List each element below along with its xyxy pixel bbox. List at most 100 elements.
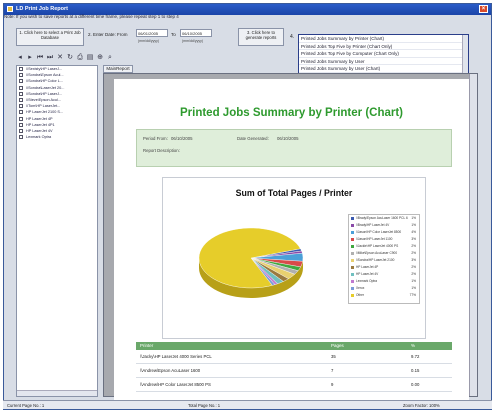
tab-mainreport[interactable]: MainReport — [103, 65, 133, 73]
viewer-scrollbar[interactable] — [469, 74, 477, 396]
legend-entry: Other 77% — [349, 292, 419, 299]
checkbox-icon[interactable] — [19, 91, 23, 96]
checkbox-icon[interactable] — [19, 97, 23, 102]
header-pages: Pages — [331, 343, 344, 348]
legend-label: HP LaserJet 4V — [356, 272, 379, 276]
export-icon[interactable]: ▤ — [86, 53, 94, 62]
chart-container: Sum of Total Pages / Printer \\Brady\Eps… — [162, 177, 426, 339]
legend-entry: \\Jason\HP LaserJet 1100 3% — [349, 236, 419, 243]
date-label: 2. Enter Date: From — [88, 32, 128, 37]
pie-chart — [198, 227, 304, 298]
table-cell: \\Andrew\HP Color LaserJet 8500 PS — [140, 382, 211, 387]
window-title: LD Print Job Report — [16, 6, 68, 12]
date-range-group: 2. Enter Date: From 06/01/2005 (mm/dd/yy… — [88, 28, 236, 46]
period-from-value: 06/10/2005 — [171, 136, 193, 141]
report-page: Printed Jobs Summary by Printer (Chart) … — [114, 79, 469, 409]
checkbox-icon[interactable] — [19, 128, 23, 133]
date-generated-value: 06/10/2005 — [277, 136, 299, 141]
dropdown-option[interactable]: Printed Jobs Summary by User (Chart) — [299, 65, 468, 73]
legend-label: \\Sondra\HP LaserJet 2100 — [356, 258, 395, 262]
dropdown-option[interactable]: Printed Jobs Top Five by Computer (Chart… — [299, 50, 468, 58]
legend-percent: 2% — [411, 272, 416, 276]
tree-item-label: \\Sondra\HP Color L... — [26, 79, 64, 84]
legend-entry: \\Jackie\HP LaserJet 4000 PS 2% — [349, 243, 419, 250]
table-row: \\Andrew\Epson AcuLaser 1600 7 0.15 — [136, 364, 452, 378]
legend-entry: \\Brady\HP LaserJet 4V 1% — [349, 222, 419, 229]
table-cell: \\Andrew\Epson AcuLaser 1600 — [140, 368, 201, 373]
step4-label: 4. — [290, 34, 295, 40]
legend-entry: \\Mike\Epson AcuLaser C900 2% — [349, 250, 419, 257]
table-body: \\Jacky\HP LaserJet 4000 Series PCL 35 9.7… — [136, 350, 452, 392]
status-bar: Current Page No.: 1 Total Page No.: 1 Zo… — [3, 400, 492, 409]
tree-item[interactable]: Lexmark Optra — [17, 134, 97, 140]
app-icon — [7, 6, 13, 12]
current-page-status: Current Page No.: 1 — [7, 403, 45, 408]
header-percent: % — [411, 343, 416, 348]
refresh-icon[interactable]: ↻ — [66, 53, 74, 62]
tree-item-label: HP LaserJet 2100 S... — [26, 110, 64, 115]
legend-entry: Lexmark Optra 1% — [349, 278, 419, 285]
close-button[interactable]: × — [479, 5, 488, 13]
tree-item-label: \\Sondra\HP LaserJ... — [26, 91, 63, 96]
first-icon[interactable]: ⏮ — [36, 53, 44, 62]
tree-scrollbar[interactable] — [17, 390, 97, 396]
date-generated-label: Date Generated: — [237, 136, 269, 141]
legend-label: \\Jason\HP LaserJet 1100 — [356, 237, 393, 241]
legend-percent: 2% — [411, 244, 416, 248]
checkbox-icon[interactable] — [19, 79, 23, 84]
legend-label: Other — [356, 293, 364, 297]
legend-percent: 1% — [411, 286, 416, 290]
from-date-input[interactable]: 06/01/2005 — [136, 29, 168, 37]
from-date-hint: (mm/dd/yyyy) — [138, 39, 159, 43]
tree-item-label: HP LaserJet 4P — [26, 116, 53, 121]
legend-percent: 2% — [411, 251, 416, 255]
report-viewer: Printed Jobs Summary by Printer (Chart) … — [103, 73, 478, 409]
search-icon[interactable]: ⌕ — [106, 53, 114, 62]
prev-icon[interactable]: ◂ — [16, 53, 24, 62]
last-icon[interactable]: ⏭ — [46, 53, 54, 62]
legend-swatch — [351, 280, 354, 283]
viewer-toolbar: ◂ ▸ ⏮ ⏭ ✕ ↻ ⎙ ▤ ⊕ ⌕ — [16, 53, 186, 63]
legend-percent: 1% — [411, 223, 416, 227]
tree-item-label: Lexmark Optra — [26, 135, 52, 140]
stop-icon[interactable]: ✕ — [56, 53, 64, 62]
print-icon[interactable]: ⎙ — [76, 53, 84, 62]
legend-label: \\Brady\Epson AcuLaser 1600 PCL 6 — [356, 216, 408, 220]
to-date-input[interactable]: 06/10/2005 — [180, 29, 212, 37]
checkbox-icon[interactable] — [19, 73, 23, 78]
dropdown-option[interactable]: Printed Jobs Summary by Printer (Chart) — [299, 35, 468, 43]
checkbox-icon[interactable] — [19, 135, 23, 140]
checkbox-icon[interactable] — [19, 67, 23, 71]
select-database-button[interactable]: 1. Click here to select a Print Job Data… — [16, 28, 84, 46]
next-icon[interactable]: ▸ — [26, 53, 34, 62]
report-info-box: Period From: 06/10/2005 Date Generated: … — [136, 129, 452, 167]
table-cell: 9.72 — [411, 354, 420, 359]
checkbox-icon[interactable] — [19, 85, 23, 90]
checkbox-icon[interactable] — [19, 104, 23, 109]
to-date-hint: (mm/dd/yyyy) — [182, 39, 203, 43]
legend-swatch — [351, 224, 354, 227]
legend-percent: 4% — [411, 230, 416, 234]
table-header: Printer Pages % — [136, 342, 452, 350]
legend-label: Xerox — [356, 286, 365, 290]
zoom-icon[interactable]: ⊕ — [96, 53, 104, 62]
checkbox-icon[interactable] — [19, 110, 23, 115]
description-label: Report Description: — [143, 148, 180, 153]
checkbox-icon[interactable] — [19, 122, 23, 127]
legend-entry: \\Brady\Epson AcuLaser 1600 PCL 6 1% — [349, 215, 419, 222]
dropdown-option[interactable]: Printed Jobs Top Five by Printer (Chart … — [299, 43, 468, 51]
dropdown-option[interactable]: Printed Jobs Summary by User — [299, 58, 468, 66]
table-cell: 9 — [331, 382, 334, 387]
legend-percent: 1% — [411, 279, 416, 283]
generate-reports-button[interactable]: 3. Click here to generate reports — [238, 28, 284, 46]
legend-swatch — [351, 273, 354, 276]
to-label: To — [171, 32, 176, 37]
legend-swatch — [351, 294, 354, 297]
tree-item-label: \\Sondra\LaserJet 20... — [26, 85, 65, 90]
chart-title: Sum of Total Pages / Printer — [235, 188, 353, 198]
checkbox-icon[interactable] — [19, 116, 23, 121]
chart-legend: \\Brady\Epson AcuLaser 1600 PCL 6 1% \\Bra… — [348, 214, 420, 304]
table-cell: 0.15 — [411, 368, 420, 373]
legend-swatch — [351, 245, 354, 248]
legend-percent: 2% — [411, 265, 416, 269]
